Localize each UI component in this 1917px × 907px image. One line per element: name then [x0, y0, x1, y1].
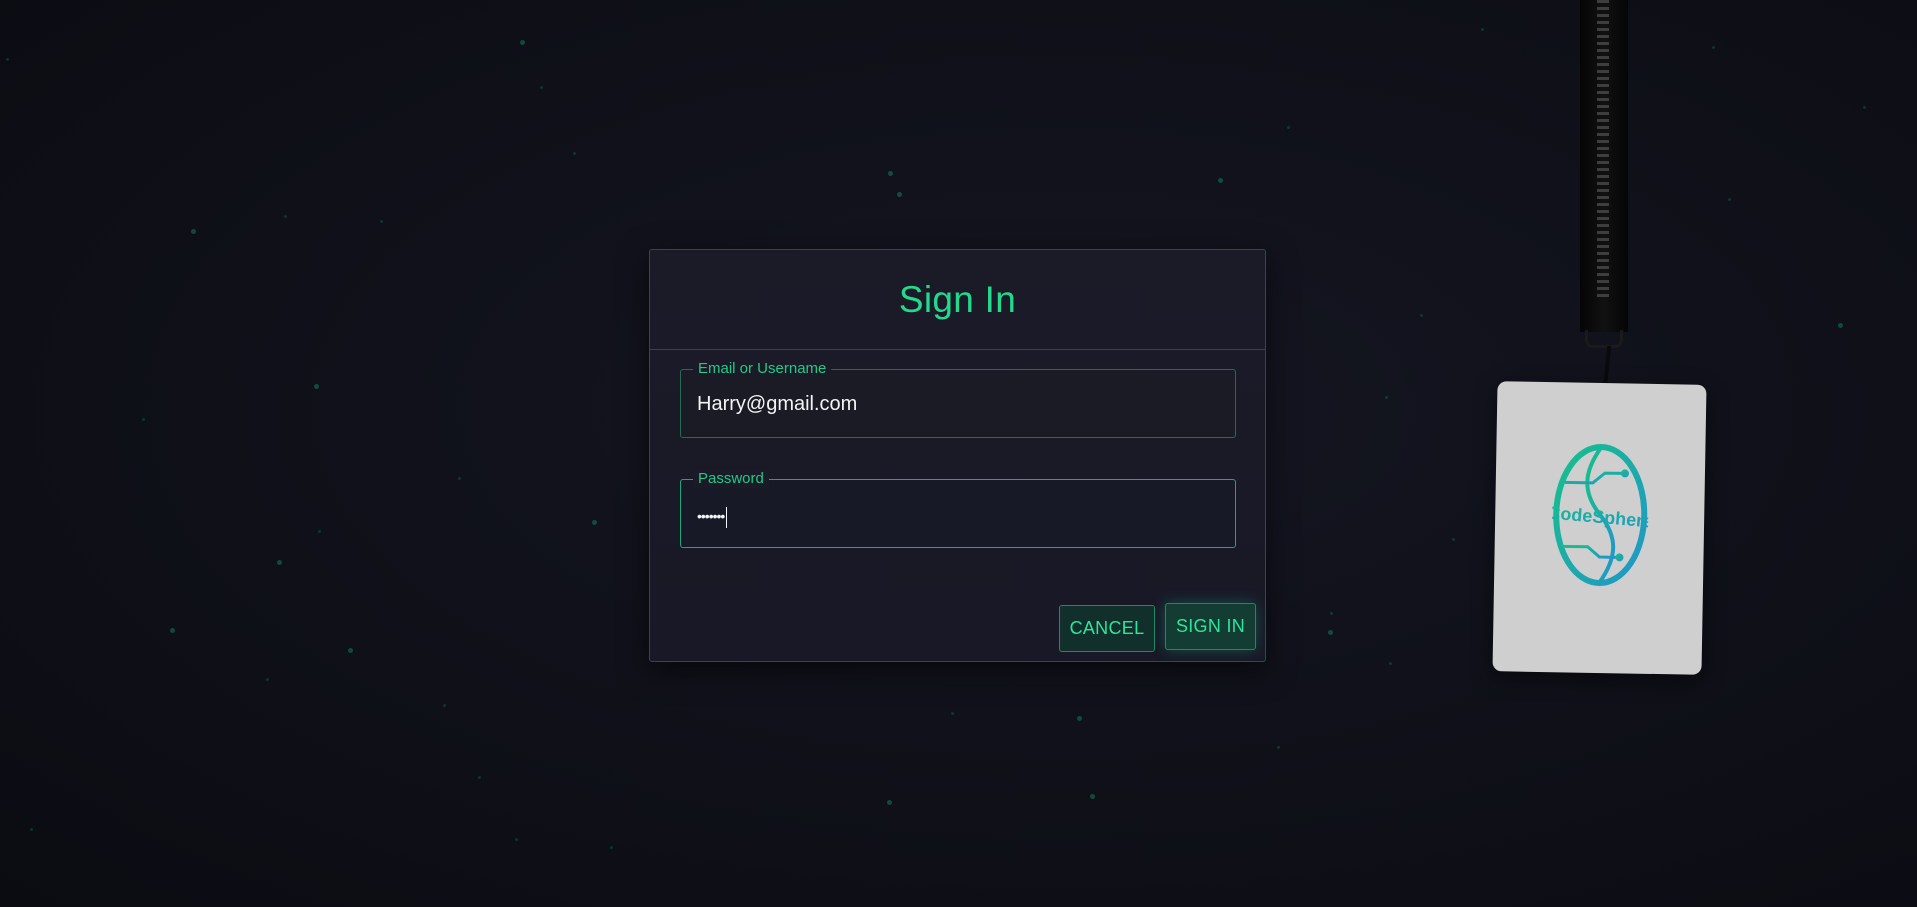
particle-dot — [170, 628, 175, 633]
particle-dot — [1330, 612, 1333, 615]
particle-dot — [1420, 314, 1423, 317]
particle-dot — [1389, 662, 1392, 665]
particle-dot — [1728, 198, 1731, 201]
particle-dot — [1863, 106, 1866, 109]
particle-dot — [380, 220, 383, 223]
particle-dot — [888, 171, 893, 176]
particle-dot — [478, 776, 481, 779]
particle-dot — [610, 846, 613, 849]
codesphere-logo-icon: CodeSphere — [1551, 444, 1649, 587]
particle-dot — [1277, 746, 1280, 749]
id-badge-card[interactable]: CodeSphere — [1492, 381, 1707, 675]
particle-dot — [1385, 396, 1388, 399]
particle-dot — [573, 152, 576, 155]
particle-dot — [458, 477, 461, 480]
particle-dot — [1287, 126, 1290, 129]
particle-dot — [1452, 538, 1455, 541]
particle-dot — [142, 418, 145, 421]
particle-dot — [951, 712, 954, 715]
dialog-header: Sign In — [650, 250, 1265, 350]
password-field-label: Password — [693, 470, 769, 488]
dialog-title: Sign In — [898, 278, 1017, 320]
password-field[interactable]: Password ••••••• — [680, 470, 1236, 548]
password-mask: ••••••• — [697, 508, 725, 524]
email-field-value: Harry@gmail.com — [697, 393, 858, 415]
lanyard-print — [1597, 0, 1609, 300]
particle-dot — [266, 678, 269, 681]
particle-dot — [1712, 46, 1715, 49]
sign-in-dialog: Sign In Email or Username Harry@gmail.co… — [649, 249, 1266, 662]
particle-dot — [1328, 630, 1333, 635]
particle-dot — [277, 560, 282, 565]
logo-wordmark: CodeSphere — [1551, 502, 1649, 531]
particle-dot — [1077, 716, 1082, 721]
particle-dot — [887, 800, 892, 805]
lanyard-strap — [1580, 0, 1628, 332]
text-caret — [726, 506, 728, 528]
password-field-value: ••••••• — [697, 504, 728, 528]
particle-dot — [1218, 178, 1223, 183]
particle-dot — [348, 648, 353, 653]
particle-dot — [191, 229, 196, 234]
particle-dot — [443, 704, 446, 707]
particle-dot — [30, 828, 33, 831]
particle-dot — [1838, 323, 1843, 328]
particle-dot — [520, 40, 525, 45]
particle-dot — [314, 384, 319, 389]
particle-dot — [897, 192, 902, 197]
background-stage: Sign In Email or Username Harry@gmail.co… — [0, 0, 1917, 907]
cancel-button[interactable]: CANCEL — [1059, 605, 1155, 652]
sign-in-button[interactable]: SIGN IN — [1165, 603, 1256, 650]
particle-dot — [592, 520, 597, 525]
particle-dot — [540, 86, 543, 89]
particle-dot — [6, 58, 9, 61]
particle-dot — [1481, 28, 1484, 31]
particle-dot — [318, 530, 321, 533]
email-field-label: Email or Username — [693, 360, 832, 378]
particle-dot — [515, 838, 518, 841]
particle-dot — [1090, 794, 1095, 799]
particle-dot — [284, 215, 287, 218]
email-field[interactable]: Email or Username Harry@gmail.com — [680, 360, 1236, 438]
